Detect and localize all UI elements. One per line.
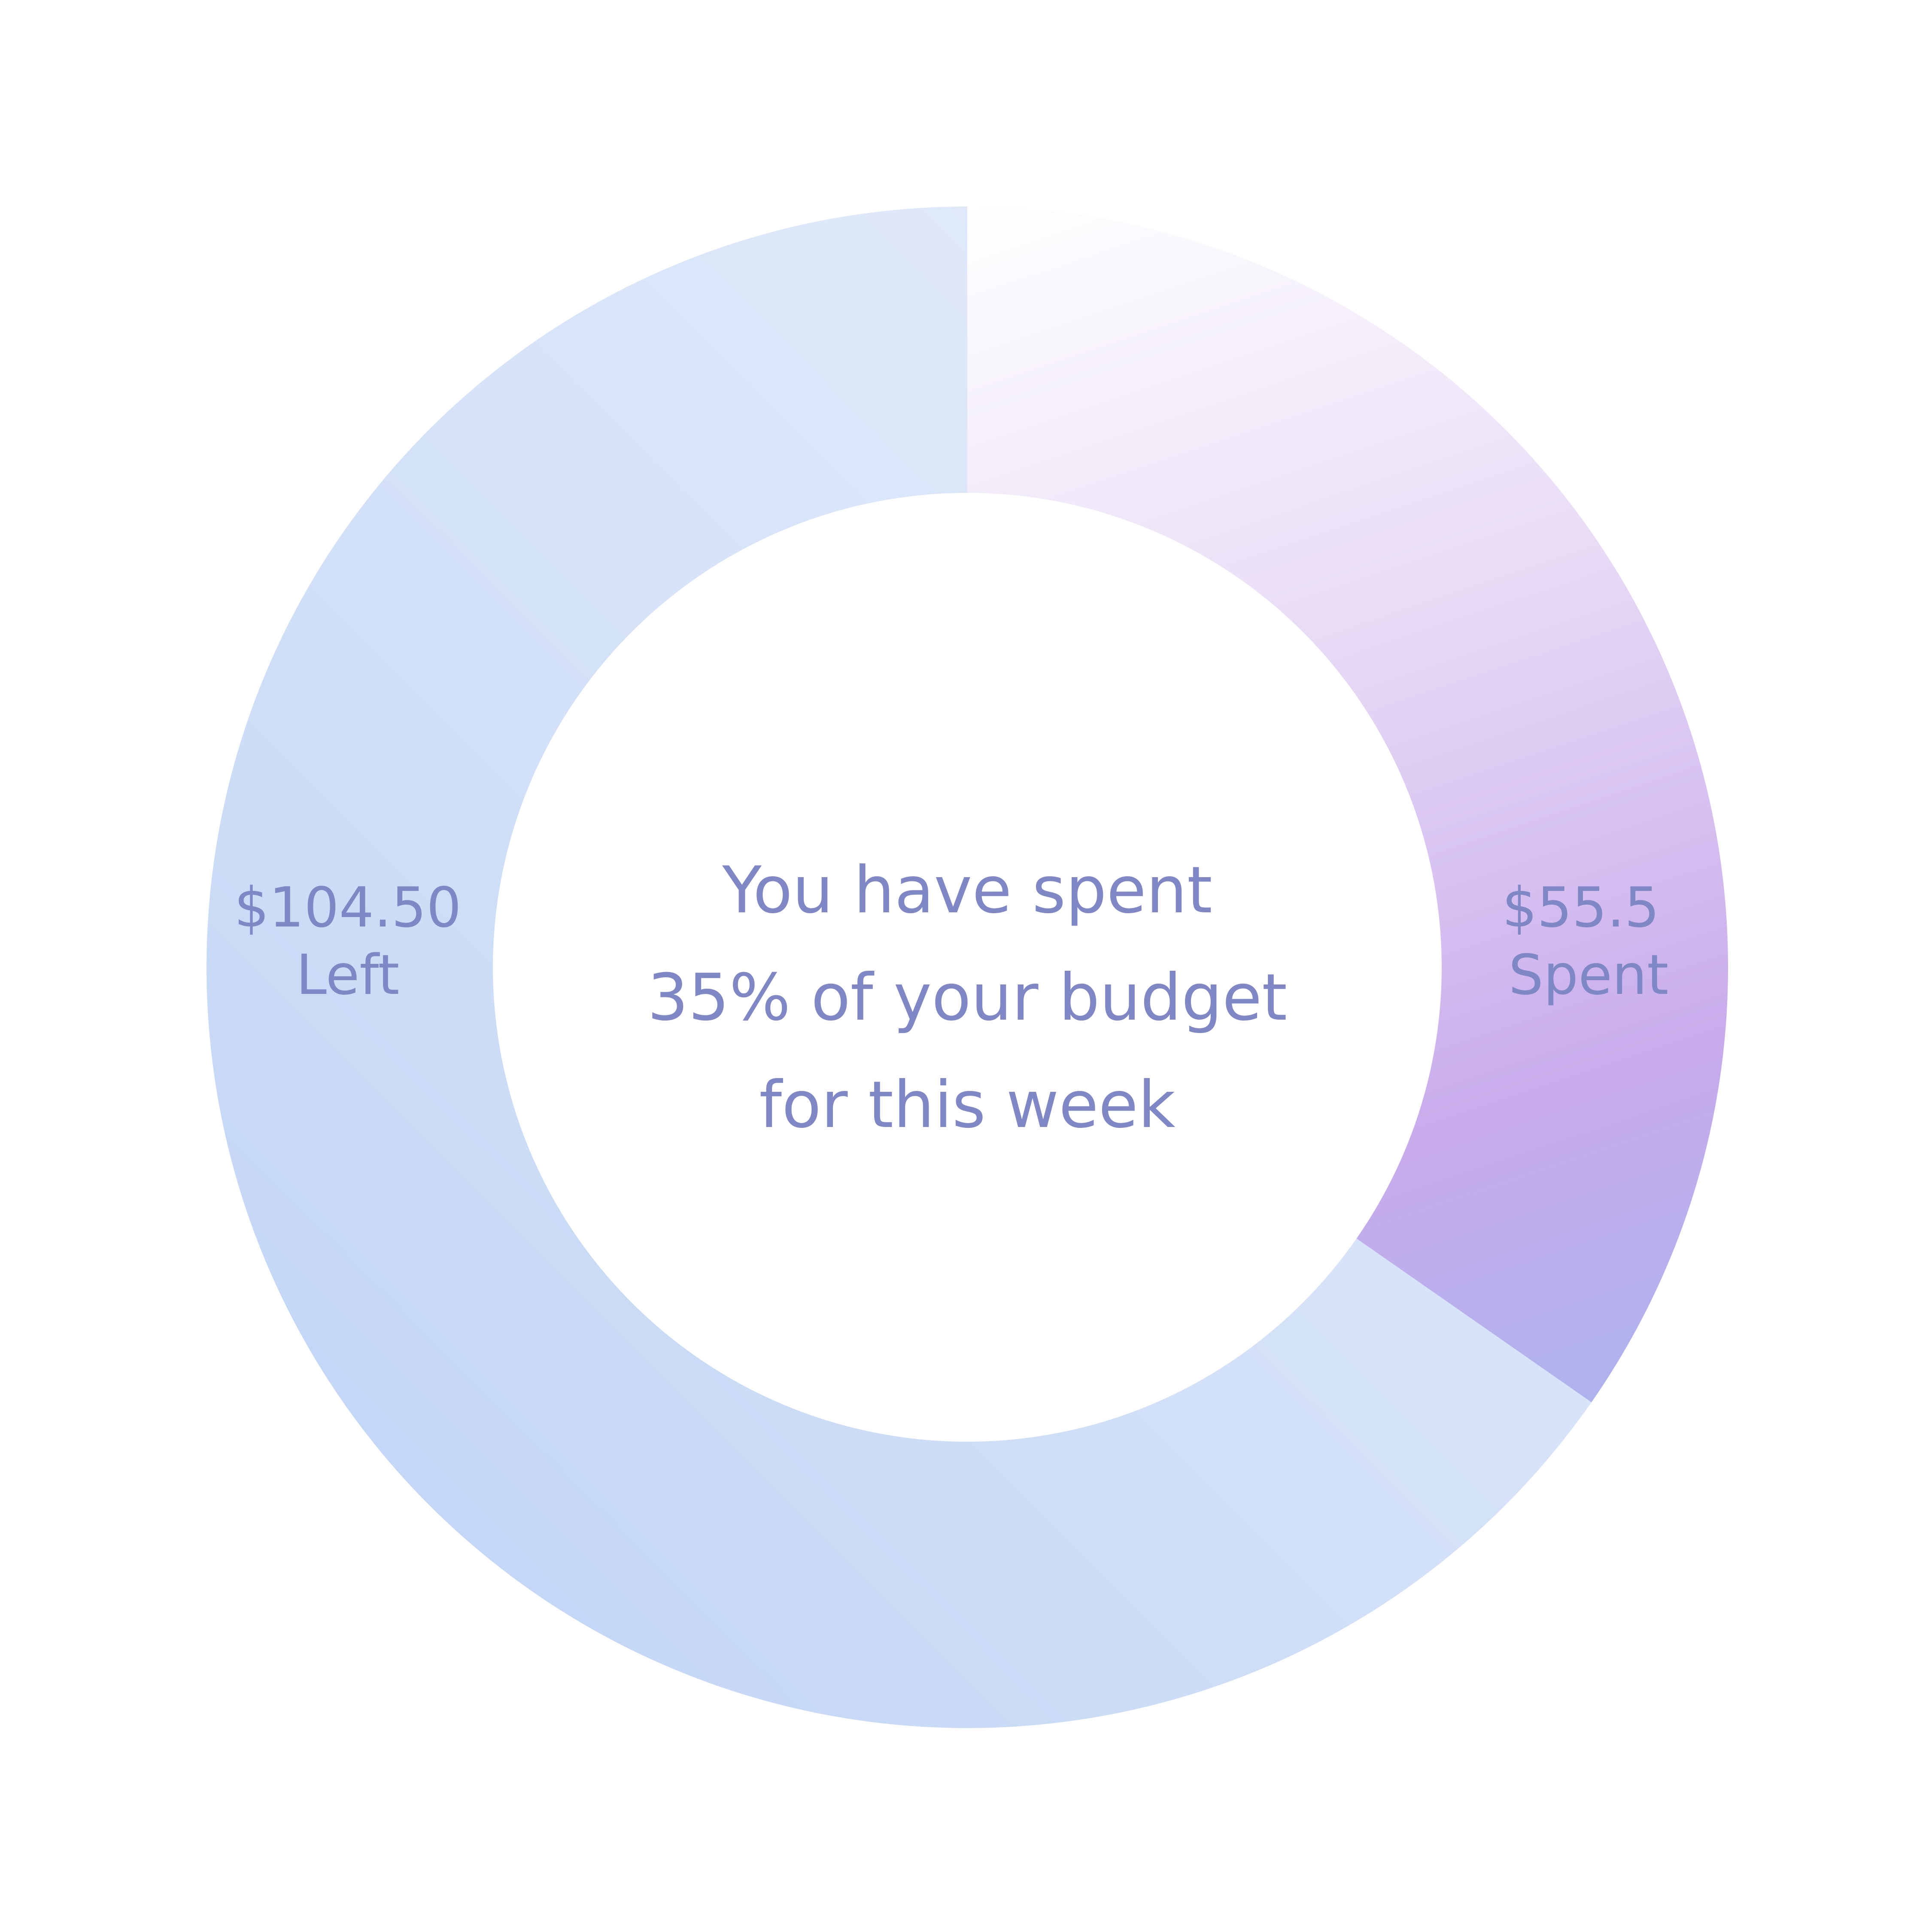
center-text-line-2: 35% of your budget [647,960,1287,1035]
center-text-line-1: You have spent [722,853,1212,928]
slice-spent [967,207,1728,1403]
spent-label: Spent [1509,943,1669,1007]
left-label: Left [296,943,400,1007]
spent-amount-label: $55.5 [1502,876,1659,940]
donut-chart: $55.5 Spent $104.50 Left You have spent … [207,207,1728,1728]
center-text-line-3: for this week [759,1068,1176,1142]
left-amount-label: $104.50 [234,876,461,940]
